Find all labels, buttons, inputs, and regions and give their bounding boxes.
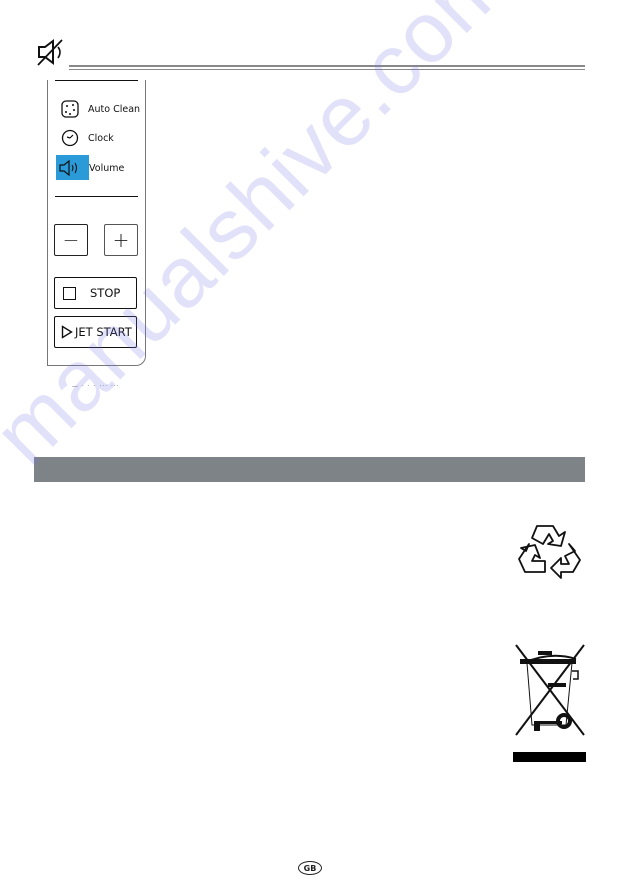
play-triangle-icon xyxy=(61,325,73,339)
panel-divider-middle xyxy=(55,196,138,197)
auto-clean-icon xyxy=(58,98,82,120)
plus-label: + xyxy=(112,228,130,252)
recycle-icon xyxy=(518,525,581,579)
stop-square-icon xyxy=(63,286,76,300)
menu-item-label: Volume xyxy=(89,162,125,174)
minus-button[interactable]: − xyxy=(54,224,88,256)
menu-item-label: Auto Clean xyxy=(88,103,141,115)
language-badge: GB xyxy=(298,861,322,875)
weee-underline-bar xyxy=(513,752,586,762)
speaker-muted-icon xyxy=(37,39,63,66)
speaker-icon xyxy=(58,157,82,179)
crossed-out-wheelie-bin-icon xyxy=(515,644,585,736)
jet-start-label: JET START xyxy=(75,325,132,339)
language-badge-label: GB xyxy=(303,863,317,873)
section-header-bar xyxy=(34,457,585,482)
header-double-rule xyxy=(69,65,585,70)
plus-button[interactable]: + xyxy=(104,224,138,256)
jet-start-button[interactable]: JET START xyxy=(54,316,137,348)
cutoff-caption: — · · · ··· ··· xyxy=(72,383,120,387)
menu-item-auto-clean[interactable]: Auto Clean xyxy=(58,98,140,120)
stop-label: STOP xyxy=(90,286,121,300)
menu-item-label: Clock xyxy=(88,132,114,144)
panel-divider-top xyxy=(55,80,138,81)
stop-button[interactable]: STOP xyxy=(54,277,137,309)
minus-label: − xyxy=(62,228,80,252)
menu-item-clock[interactable]: Clock xyxy=(58,127,114,149)
menu-item-volume[interactable]: Volume xyxy=(58,157,124,179)
clock-icon xyxy=(58,127,82,149)
